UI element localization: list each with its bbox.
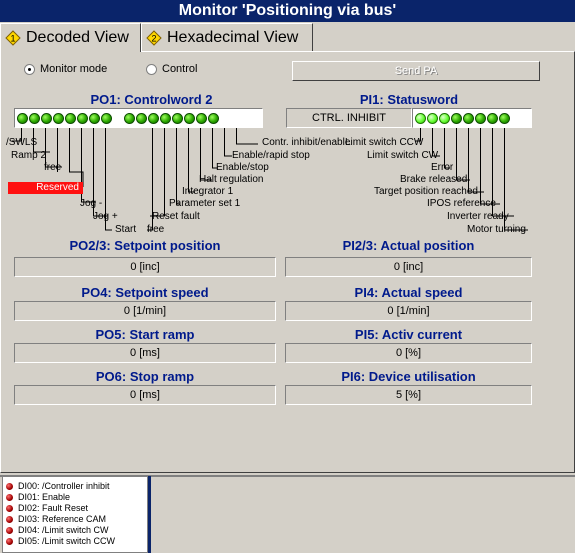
bit-label-enable-stop: Enable/stop (216, 162, 269, 173)
bit-label-halt-regulation: Halt regulation (199, 174, 264, 185)
digital-input-label: DI04: /Limit switch CW (18, 525, 109, 535)
po6-title: PO6: Stop ramp (95, 369, 195, 384)
digital-input-item: DI02: Fault Reset (6, 503, 88, 513)
po5-value: 0 [ms] (14, 343, 276, 363)
bit-label-inverter-ready: Inverter ready (447, 211, 509, 222)
bit-label-integrator1: Integrator 1 (182, 186, 234, 197)
bit-label-motor-turning: Motor turning (467, 224, 526, 235)
status-led-icon (6, 537, 13, 545)
status-led-icon (6, 526, 13, 534)
digital-input-label: DI00: /Controller inhibit (18, 481, 110, 491)
digital-input-label: DI01: Enable (18, 492, 71, 502)
pi4-value: 0 [1/min] (285, 301, 532, 321)
po5-title: PO5: Start ramp (95, 327, 195, 342)
digital-input-item: DI03: Reference CAM (6, 514, 106, 524)
digital-input-item: DI05: /Limit switch CCW (6, 536, 115, 546)
bit-label-reserved: Reserved (8, 182, 83, 194)
tab-decoded-view-label: Decoded View (26, 29, 129, 46)
panel-splitter[interactable] (148, 476, 151, 553)
bit-label-jog-minus: Jog - (80, 198, 103, 209)
bit-label-free-2: free (147, 224, 165, 235)
digital-input-item: DI00: /Controller inhibit (6, 481, 110, 491)
decoded-view-icon: 1 (5, 30, 21, 46)
bit-label-target-position-reached: Target position reached (374, 186, 478, 197)
pi23-title: PI2/3: Actual position (342, 238, 475, 253)
digital-input-label: DI05: /Limit switch CCW (18, 536, 116, 546)
bit-label-limit-switch-ccw: Limit switch CCW (345, 137, 424, 148)
pi23-value: 0 [inc] (285, 257, 532, 277)
status-led-icon (6, 482, 13, 490)
bit-label-brake-released: Brake released (400, 174, 468, 185)
po4-value: 0 [1/min] (14, 301, 276, 321)
bit-label-ipos-reference: IPOS reference (427, 198, 496, 209)
po4-title: PO4: Setpoint speed (81, 285, 209, 300)
pi6-title: PI6: Device utilisation (341, 369, 476, 384)
po23-title: PO2/3: Setpoint position (69, 238, 221, 253)
bit-label-enable-rapid-stop: Enable/rapid stop (232, 150, 310, 161)
svg-text:1: 1 (10, 34, 15, 44)
bit-label-parameter-set1: Parameter set 1 (169, 198, 241, 209)
po6-value: 0 [ms] (14, 385, 276, 405)
po23-value: 0 [inc] (14, 257, 276, 277)
status-led-icon (6, 504, 13, 512)
status-led-icon (6, 493, 13, 501)
digital-input-label: DI02: Fault Reset (18, 503, 89, 513)
bit-label-jog-plus: Jog + (93, 211, 118, 222)
pi5-value: 0 [%] (285, 343, 532, 363)
bit-label-reset-fault: Reset fault (152, 211, 200, 222)
bit-label-start: Start (115, 224, 137, 235)
digital-inputs-list: DI00: /Controller inhibit DI01: Enable DI0… (2, 476, 148, 553)
digital-input-item: DI01: Enable (6, 492, 70, 502)
digital-input-label: DI03: Reference CAM (18, 514, 107, 524)
pi4-title: PI4: Actual speed (354, 285, 463, 300)
bit-label-swls: /SWLS (6, 137, 38, 148)
bit-label-error: Error (431, 162, 454, 173)
pi6-value: 5 [%] (285, 385, 532, 405)
bit-label-limit-switch-cw: Limit switch CW (367, 150, 439, 161)
tab-decoded-view[interactable]: 1 Decoded View (0, 23, 141, 52)
digital-input-item: DI04: /Limit switch CW (6, 525, 109, 535)
pi5-title: PI5: Activ current (354, 327, 463, 342)
bit-label-ramp2: Ramp 2 (11, 150, 47, 161)
bit-label-free-1: free (44, 162, 62, 173)
status-led-icon (6, 515, 13, 523)
bit-label-contr-inhibit-enable: Contr. inhibit/enable (262, 137, 351, 148)
